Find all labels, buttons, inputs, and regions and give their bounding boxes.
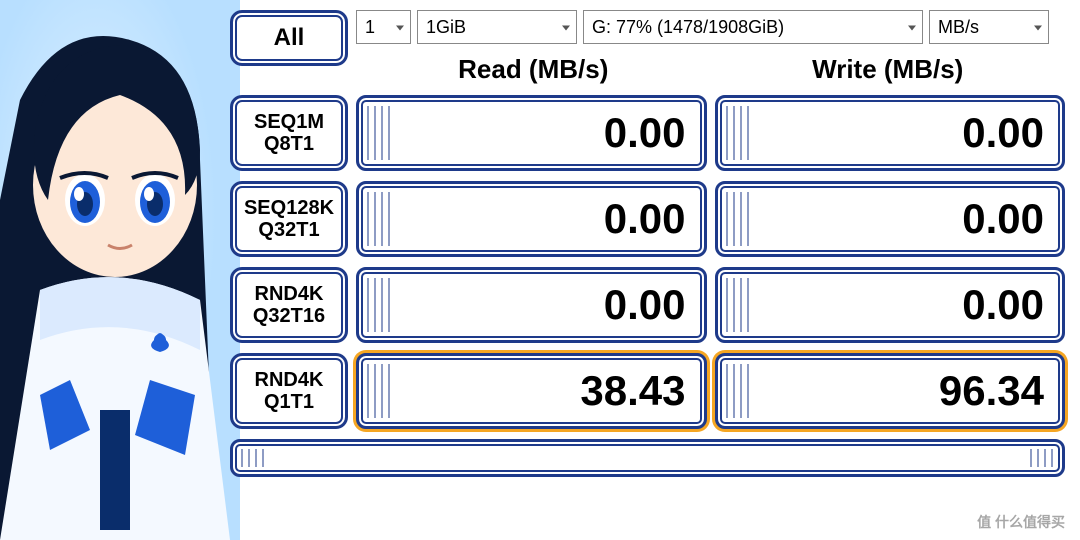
test-row: SEQ128KQ32T1 0.00 0.00 xyxy=(230,181,1065,257)
read-result: 0.00 xyxy=(356,95,707,171)
write-result: 0.00 xyxy=(715,95,1066,171)
drive-select[interactable]: G: 77% (1478/1908GiB) xyxy=(583,10,923,44)
write-result: 0.00 xyxy=(715,181,1066,257)
all-button[interactable]: All xyxy=(230,10,348,66)
size-value: 1GiB xyxy=(426,17,466,38)
watermark: 值 什么值得买 xyxy=(977,512,1065,532)
write-column-header: Write (MB/s) xyxy=(711,54,1066,85)
test-label-2: Q32T1 xyxy=(258,219,319,241)
runs-select[interactable]: 1 xyxy=(356,10,411,44)
test-label-1: SEQ1M xyxy=(254,111,324,133)
write-result: 96.34 xyxy=(715,353,1066,429)
read-value: 0.00 xyxy=(604,109,686,157)
test-button[interactable]: SEQ128KQ32T1 xyxy=(230,181,348,257)
write-value: 0.00 xyxy=(962,195,1044,243)
status-bar xyxy=(230,439,1065,477)
test-label-1: SEQ128K xyxy=(244,197,334,219)
drive-value: G: 77% (1478/1908GiB) xyxy=(592,17,784,38)
test-button[interactable]: SEQ1MQ8T1 xyxy=(230,95,348,171)
read-value: 0.00 xyxy=(604,195,686,243)
write-value: 0.00 xyxy=(962,109,1044,157)
read-value: 38.43 xyxy=(580,367,685,415)
test-label-1: RND4K xyxy=(255,369,324,391)
test-label-2: Q8T1 xyxy=(264,133,314,155)
test-button[interactable]: RND4KQ32T16 xyxy=(230,267,348,343)
write-value: 0.00 xyxy=(962,281,1044,329)
test-row: RND4KQ32T16 0.00 0.00 xyxy=(230,267,1065,343)
write-result: 0.00 xyxy=(715,267,1066,343)
test-label-2: Q32T16 xyxy=(253,305,325,327)
test-row: SEQ1MQ8T1 0.00 0.00 xyxy=(230,95,1065,171)
unit-value: MB/s xyxy=(938,17,979,38)
size-select[interactable]: 1GiB xyxy=(417,10,577,44)
all-button-label: All xyxy=(274,24,305,52)
read-column-header: Read (MB/s) xyxy=(356,54,711,85)
unit-select[interactable]: MB/s xyxy=(929,10,1049,44)
test-button[interactable]: RND4KQ1T1 xyxy=(230,353,348,429)
read-result: 0.00 xyxy=(356,181,707,257)
runs-value: 1 xyxy=(365,17,375,38)
write-value: 96.34 xyxy=(939,367,1044,415)
read-result: 0.00 xyxy=(356,267,707,343)
read-result: 38.43 xyxy=(356,353,707,429)
read-value: 0.00 xyxy=(604,281,686,329)
test-label-1: RND4K xyxy=(255,283,324,305)
test-row: RND4KQ1T1 38.43 96.34 xyxy=(230,353,1065,429)
test-label-2: Q1T1 xyxy=(264,391,314,413)
